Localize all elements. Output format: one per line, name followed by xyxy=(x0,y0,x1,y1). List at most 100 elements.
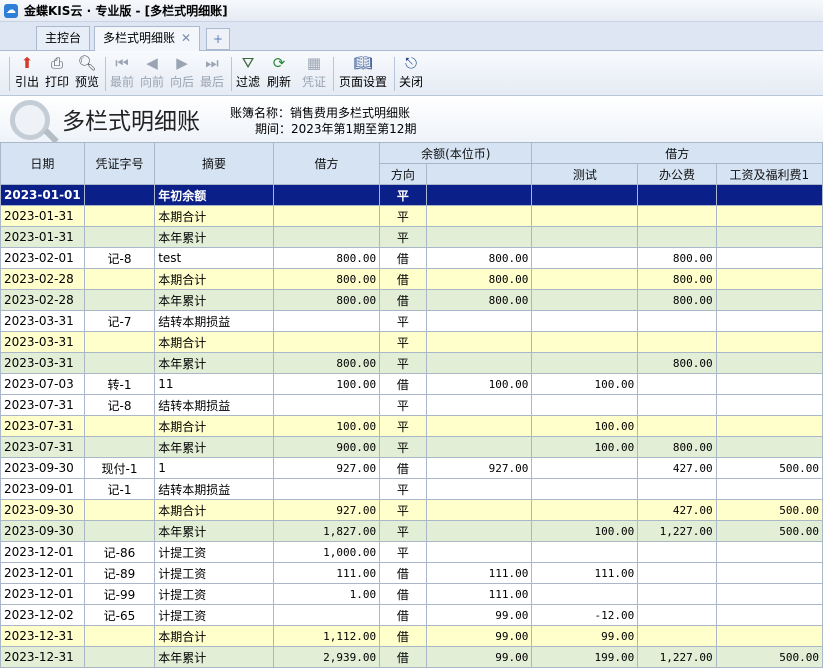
col-header-test[interactable]: 测试 xyxy=(531,163,639,185)
col-header-date[interactable]: 日期 xyxy=(0,142,85,185)
table-row[interactable]: 2023-07-03 转-1 11 100.00 借 100.00 100.00 xyxy=(0,373,823,395)
cell-salary xyxy=(715,331,823,353)
table-row[interactable]: 2023-03-31 记-7 结转本期损益 平 xyxy=(0,310,823,332)
col-header-voucher[interactable]: 凭证字号 xyxy=(83,142,156,185)
toolbar-separator xyxy=(231,57,232,91)
col-header-salary[interactable]: 工资及福利费1 xyxy=(715,163,823,185)
table-row[interactable]: 2023-12-31 本年累计 2,939.00 借 99.00 199.00 1,227.… xyxy=(0,646,823,668)
table-row[interactable]: 2023-02-28 本年累计 800.00 借 800.00 800.00 xyxy=(0,289,823,311)
cell-balance: 111.00 xyxy=(425,562,533,584)
preview-button[interactable]: 🔍︎ 预览 xyxy=(73,53,101,91)
cell-office: 800.00 xyxy=(637,352,717,374)
cell-voucher: 记-1 xyxy=(83,478,156,500)
cell-salary xyxy=(715,289,823,311)
cell-date: 2023-09-30 xyxy=(0,499,85,521)
cell-summary: 本年累计 xyxy=(154,352,274,374)
cell-date: 2023-02-01 xyxy=(0,247,85,269)
table-row[interactable]: 2023-12-31 本期合计 1,112.00 借 99.00 99.00 xyxy=(0,625,823,647)
col-header-debit[interactable]: 借方 xyxy=(272,142,381,185)
table-row[interactable]: 2023-07-31 本年累计 900.00 平 100.00 800.00 xyxy=(0,436,823,458)
cell-salary xyxy=(715,184,823,206)
table-row[interactable]: 2023-09-30 本期合计 927.00 平 427.00 500.00 xyxy=(0,499,823,521)
col-header-balance-amount[interactable] xyxy=(425,163,533,185)
cell-test xyxy=(531,499,639,521)
cell-summary: 结转本期损益 xyxy=(154,394,274,416)
table-row[interactable]: 2023-01-31 本年累计 平 xyxy=(0,226,823,248)
first-record-icon: ⏮ xyxy=(115,54,129,72)
table-row[interactable]: 2023-09-30 本年累计 1,827.00 平 100.00 1,227.00 500… xyxy=(0,520,823,542)
close-button[interactable]: ⎋ 关闭 xyxy=(397,53,425,91)
cell-direction: 借 xyxy=(379,457,427,479)
table-row[interactable]: 2023-07-31 记-8 结转本期损益 平 xyxy=(0,394,823,416)
col-header-summary[interactable]: 摘要 xyxy=(154,142,274,185)
cell-debit xyxy=(272,604,381,626)
table-row[interactable]: 2023-12-01 记-86 计提工资 1,000.00 平 xyxy=(0,541,823,563)
cell-date: 2023-07-31 xyxy=(0,436,85,458)
table-row[interactable]: 2023-02-28 本期合计 800.00 借 800.00 800.00 xyxy=(0,268,823,290)
cell-summary: 本期合计 xyxy=(154,499,274,521)
cell-salary xyxy=(715,436,823,458)
cell-date: 2023-07-31 xyxy=(0,415,85,437)
last-button[interactable]: ⏭ 最后 xyxy=(198,53,226,91)
book-name: 账簿名称：销售费用多栏式明细账 xyxy=(230,106,411,120)
cell-voucher xyxy=(83,289,156,311)
table-row[interactable]: 2023-03-31 本年累计 800.00 平 800.00 xyxy=(0,352,823,374)
cell-voucher xyxy=(83,268,156,290)
cell-voucher xyxy=(83,205,156,227)
table-row[interactable]: 2023-09-30 现付-1 1 927.00 借 927.00 427.00 500.00 xyxy=(0,457,823,479)
cell-voucher xyxy=(83,436,156,458)
cell-direction: 借 xyxy=(379,646,427,668)
tab-multicolumn-ledger[interactable]: 多栏式明细账 ✕ xyxy=(94,26,201,51)
cell-test xyxy=(531,289,639,311)
refresh-button[interactable]: ⟳ 刷新 xyxy=(265,53,293,91)
export-icon: ⬆ xyxy=(20,54,34,72)
cell-office xyxy=(637,478,717,500)
first-button[interactable]: ⏮ 最前 xyxy=(108,53,136,91)
cell-summary: 计提工资 xyxy=(154,562,274,584)
cell-salary: 500.00 xyxy=(715,457,823,479)
cell-date: 2023-01-01 xyxy=(0,184,85,206)
cell-voucher xyxy=(83,625,156,647)
tab-label: 多栏式明细账 xyxy=(103,31,176,45)
export-button[interactable]: ⬆ 引出 xyxy=(13,53,41,91)
next-label: 向后 xyxy=(169,75,194,89)
table-row[interactable]: 2023-02-01 记-8 test 800.00 借 800.00 800.00 xyxy=(0,247,823,269)
app-logo-icon: ☁ xyxy=(4,3,18,18)
cell-salary xyxy=(715,604,823,626)
tab-main-console[interactable]: 主控台 xyxy=(36,26,91,50)
cell-summary: 本期合计 xyxy=(154,268,274,290)
table-row[interactable]: 2023-01-01 年初余额 平 xyxy=(0,184,823,206)
table-row[interactable]: 2023-07-31 本期合计 100.00 平 100.00 xyxy=(0,415,823,437)
cell-office xyxy=(637,373,717,395)
table-row[interactable]: 2023-12-01 记-99 计提工资 1.00 借 111.00 xyxy=(0,583,823,605)
close-icon[interactable]: ✕ xyxy=(181,31,191,45)
col-header-direction[interactable]: 方向 xyxy=(379,163,427,185)
next-button[interactable]: ▶ 向后 xyxy=(168,53,196,91)
cell-date: 2023-12-01 xyxy=(0,562,85,584)
cell-debit: 927.00 xyxy=(272,499,381,521)
cell-debit xyxy=(272,184,381,206)
col-header-debit-group[interactable]: 借方 xyxy=(531,142,823,164)
cell-test xyxy=(531,478,639,500)
table-row[interactable]: 2023-01-31 本期合计 平 xyxy=(0,205,823,227)
cell-test: 199.00 xyxy=(531,646,639,668)
cell-office xyxy=(637,310,717,332)
col-header-office[interactable]: 办公费 xyxy=(637,163,717,185)
table-row[interactable]: 2023-12-01 记-89 计提工资 111.00 借 111.00 111.00 xyxy=(0,562,823,584)
filter-button[interactable]: ⛛ 过滤 xyxy=(234,53,262,91)
cell-test: 100.00 xyxy=(531,415,639,437)
table-row[interactable]: 2023-03-31 本期合计 平 xyxy=(0,331,823,353)
page-setup-button[interactable]: 📖︎ 页面设置 xyxy=(336,53,390,91)
toolbar-separator xyxy=(9,57,10,91)
printer-icon: ⎙ xyxy=(50,54,63,72)
col-header-balance[interactable]: 余额(本位币) xyxy=(379,142,533,164)
cell-summary: 11 xyxy=(154,373,274,395)
cell-test xyxy=(531,541,639,563)
cell-date: 2023-07-03 xyxy=(0,373,85,395)
table-row[interactable]: 2023-12-02 记-65 计提工资 借 99.00 -12.00 xyxy=(0,604,823,626)
prev-button[interactable]: ◀ 向前 xyxy=(138,53,166,91)
add-tab-icon[interactable]: + xyxy=(206,28,230,50)
voucher-button[interactable]: ▦ 凭证 xyxy=(300,53,328,91)
print-button[interactable]: ⎙ 打印 xyxy=(43,53,71,91)
table-row[interactable]: 2023-09-01 记-1 结转本期损益 平 xyxy=(0,478,823,500)
